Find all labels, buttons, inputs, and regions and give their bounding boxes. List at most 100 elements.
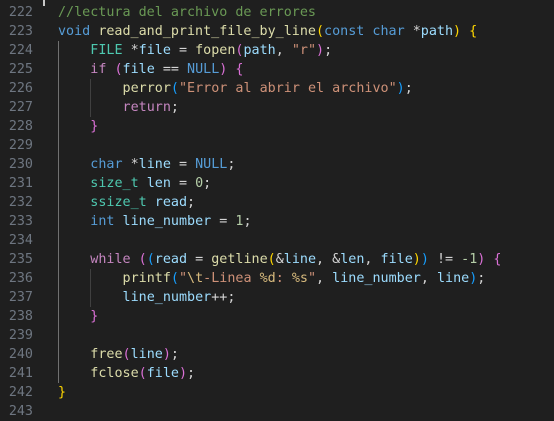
code-token: (: [138, 366, 147, 381]
code-line[interactable]: while ((read = getline(&line, &len, file…: [90, 250, 501, 269]
code-token: path: [420, 24, 454, 39]
code-token: =: [211, 214, 236, 229]
line-number: 225: [8, 62, 33, 77]
code-token: ;: [477, 271, 486, 286]
code-token: line_number: [122, 214, 212, 229]
code-token: }: [58, 385, 67, 400]
code-token: path: [243, 43, 276, 58]
code-token: FILE: [90, 43, 123, 58]
code-line[interactable]: if (file == NULL) {: [90, 60, 243, 79]
code-token: (: [170, 271, 179, 286]
code-line[interactable]: fclose(file);: [90, 364, 195, 383]
code-token: ": [307, 271, 317, 286]
line-number-gutter[interactable]: 222 223 224 225 226 227 228 229 230 231 232 233 234 2…: [0, 0, 40, 419]
code-line[interactable]: free(line);: [90, 345, 179, 364]
code-token: line: [138, 157, 171, 172]
line-number: 236: [8, 271, 33, 286]
code-token: return: [122, 100, 171, 115]
line-number: 223: [8, 24, 33, 39]
code-token: char: [372, 24, 405, 39]
code-area[interactable]: //lectura del archivo de errores void rea…: [58, 0, 554, 412]
code-line[interactable]: perror("Error al abrir el archivo");: [123, 79, 413, 98]
code-token: fopen: [195, 43, 236, 58]
code-line[interactable]: }: [90, 117, 98, 136]
line-number: 231: [8, 176, 33, 191]
code-token: line: [130, 347, 163, 362]
code-token: len: [340, 252, 365, 267]
code-token: ,: [364, 252, 381, 267]
code-token: (: [267, 252, 276, 267]
code-token: len: [146, 176, 171, 191]
code-token: size_t: [90, 176, 139, 191]
line-number: 222: [8, 5, 33, 20]
code-token: ): [420, 252, 429, 267]
code-token: ,: [275, 43, 292, 58]
code-token: file: [146, 366, 179, 381]
code-token: printf: [122, 271, 171, 286]
code-token: ;: [203, 176, 212, 191]
code-token: file: [122, 62, 155, 77]
code-token: %s: [291, 271, 308, 286]
code-line[interactable]: }: [58, 383, 66, 402]
code-token: fclose: [90, 366, 139, 381]
code-token: void: [58, 24, 91, 39]
code-token: (: [122, 347, 131, 362]
code-token: (: [114, 62, 123, 77]
code-token: -Linea: [203, 271, 260, 286]
code-line[interactable]: FILE *file = fopen(path, "r");: [90, 41, 332, 60]
code-token: ssize_t: [90, 195, 147, 210]
code-token: ++;: [211, 290, 236, 305]
line-number: 227: [8, 100, 33, 115]
code-line[interactable]: line_number++;: [123, 288, 236, 307]
code-token: ): [396, 81, 405, 96]
code-token: ): [162, 347, 171, 362]
code-token: line_number: [332, 271, 421, 286]
text-cursor: [43, 0, 45, 6]
code-token: {: [469, 24, 478, 39]
code-token: }: [90, 309, 99, 324]
code-token: line_number: [122, 290, 212, 305]
code-token: %d: [259, 271, 276, 286]
code-line[interactable]: int line_number = 1;: [90, 212, 251, 231]
code-token: -1: [461, 252, 478, 267]
line-number: 224: [8, 43, 33, 58]
code-token: perror: [122, 81, 171, 96]
code-token: ,: [316, 271, 333, 286]
line-number: 234: [8, 233, 33, 248]
code-token: (: [146, 252, 155, 267]
code-token: &: [275, 252, 284, 267]
code-token: 0: [195, 176, 204, 191]
code-line[interactable]: return;: [123, 98, 179, 117]
code-token: ;: [324, 43, 333, 58]
code-line[interactable]: char *line = NULL;: [90, 155, 235, 174]
code-token: {: [493, 252, 502, 267]
code-line[interactable]: ssize_t read;: [90, 193, 195, 212]
code-token: =: [170, 157, 196, 172]
line-number: 242: [8, 385, 33, 400]
code-token: =: [187, 252, 212, 267]
code-line[interactable]: void read_and_print_file_by_line(const c…: [58, 22, 477, 41]
line-number: 233: [8, 214, 33, 229]
code-line[interactable]: }: [90, 307, 98, 326]
code-token: "Error al abrir el archivo": [178, 81, 397, 96]
line-number: 235: [8, 252, 33, 267]
code-token: line: [283, 252, 317, 267]
line-number: 238: [8, 309, 33, 324]
code-token: !=: [428, 252, 462, 267]
line-number: 226: [8, 81, 33, 96]
code-token: free: [90, 347, 123, 362]
code-line[interactable]: printf("\t-Linea %d: %s", line_number, l…: [123, 269, 486, 288]
code-token: }: [90, 119, 99, 134]
indent-guide: [58, 41, 59, 383]
code-token: char: [90, 157, 123, 172]
code-token: ==: [154, 62, 188, 77]
code-token: *: [122, 157, 139, 172]
code-token: read: [154, 252, 188, 267]
code-token: getline: [211, 252, 268, 267]
code-line[interactable]: size_t len = 0;: [90, 174, 211, 193]
code-token: read_and_print_file_by_line: [98, 24, 316, 39]
code-editor[interactable]: 222 223 224 225 226 227 228 229 230 231 232 233 234 2…: [0, 0, 554, 419]
code-line[interactable]: //lectura del archivo de errores: [58, 3, 316, 22]
